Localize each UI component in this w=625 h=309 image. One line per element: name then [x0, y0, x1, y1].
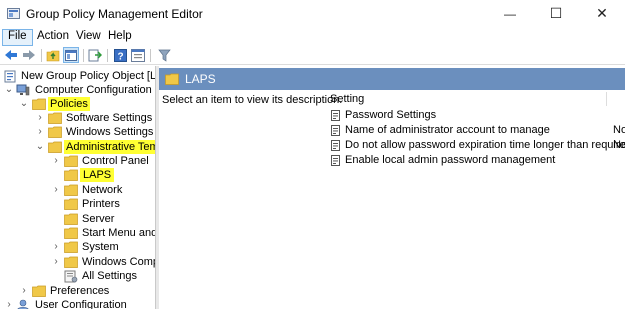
filter-icon[interactable] — [156, 47, 172, 63]
tree-label: Policies — [48, 97, 90, 111]
chevron-down-icon[interactable]: ⌄ — [4, 83, 14, 97]
toolbar-separator — [41, 49, 42, 62]
tree-label: Start Menu and T — [82, 227, 155, 239]
minimize-button[interactable]: — — [487, 0, 533, 27]
computer-icon — [16, 84, 30, 96]
properties-icon[interactable] — [130, 47, 146, 63]
chevron-right-icon[interactable]: › — [51, 183, 61, 197]
menu-view[interactable]: View — [71, 29, 106, 44]
folder-icon — [48, 112, 62, 124]
folder-icon — [64, 169, 78, 181]
app-icon — [7, 7, 20, 20]
tree-label: Control Panel — [82, 155, 149, 167]
user-icon — [16, 299, 30, 309]
details-title: LAPS — [185, 72, 216, 86]
chevron-right-icon[interactable]: › — [4, 298, 14, 309]
tree-label: Server — [82, 213, 115, 225]
list-item[interactable]: Password Settings — [331, 108, 625, 123]
folder-icon — [32, 98, 46, 110]
forward-arrow-icon[interactable] — [21, 47, 37, 63]
details-header: LAPS — [159, 68, 625, 90]
tree-label: User Configuration — [35, 299, 127, 309]
chevron-right-icon[interactable]: › — [51, 240, 61, 254]
setting-label: Do not allow password expiration time lo… — [345, 139, 625, 151]
maximize-button[interactable]: ☐ — [533, 0, 579, 27]
tree-label: Network — [82, 184, 123, 196]
column-header-setting[interactable]: Setting — [330, 93, 364, 105]
setting-label: Name of administrator account to manage — [345, 124, 550, 136]
tree-label: All Settings — [82, 270, 138, 282]
toolbar: ? — [0, 46, 625, 65]
close-button[interactable]: ✕ — [579, 0, 625, 27]
tree-label: Printers — [82, 198, 120, 210]
chevron-right-icon[interactable]: › — [35, 111, 45, 125]
window-title: Group Policy Management Editor — [26, 7, 203, 21]
minimize-icon: — — [504, 6, 516, 21]
help-icon[interactable]: ? — [112, 47, 128, 63]
tree-label: Windows Compo — [82, 256, 155, 268]
column-divider[interactable] — [606, 92, 607, 106]
list-item[interactable]: Enable local admin password management — [331, 153, 625, 168]
policy-setting-icon — [331, 125, 340, 136]
menu-bar: File Action View Help — [0, 27, 625, 46]
title-bar: Group Policy Management Editor — ☐ ✕ — [0, 0, 625, 27]
toolbar-separator — [150, 49, 151, 62]
tree-label: Windows Settings — [66, 126, 154, 138]
chevron-right-icon[interactable]: › — [51, 255, 61, 269]
folder-icon — [64, 184, 78, 196]
close-icon: ✕ — [596, 5, 608, 21]
folder-icon — [64, 155, 78, 167]
chevron-down-icon[interactable]: ⌄ — [19, 97, 29, 111]
list-item[interactable]: Name of administrator account to manage … — [331, 123, 625, 138]
pane-splitter[interactable] — [155, 66, 159, 309]
menu-action[interactable]: Action — [32, 29, 74, 44]
tree-label: LAPS — [80, 168, 115, 182]
gpo-icon — [4, 70, 18, 83]
folder-icon — [48, 126, 62, 138]
description-text: Select an item to view its description. — [162, 94, 343, 106]
list-item[interactable]: Do not allow password expiration time lo… — [331, 138, 625, 153]
setting-label: Enable local admin password management — [345, 154, 556, 166]
menu-help[interactable]: Help — [103, 29, 137, 44]
tree-label: System — [82, 241, 119, 253]
chevron-down-icon[interactable]: ⌄ — [35, 140, 45, 154]
tree-label: Administrative Temp — [64, 140, 155, 154]
up-folder-icon[interactable] — [45, 47, 61, 63]
folder-icon — [165, 73, 179, 85]
chevron-right-icon[interactable]: › — [51, 154, 61, 168]
folder-icon — [64, 198, 78, 210]
svg-text:?: ? — [117, 51, 123, 62]
folder-icon — [48, 141, 62, 153]
tree-label: Computer Configuration — [35, 84, 152, 96]
folder-icon — [64, 213, 78, 225]
console-tree: New Group Policy Object [LAPS ⌄ Computer… — [0, 66, 155, 309]
export-list-icon[interactable] — [87, 47, 103, 63]
back-arrow-icon[interactable] — [3, 47, 19, 63]
menu-file[interactable]: File — [2, 29, 33, 46]
folder-icon — [32, 285, 46, 297]
tree-label: New Group Policy Object [LAPS — [21, 70, 155, 82]
policy-setting-icon — [331, 155, 340, 166]
folder-icon — [64, 241, 78, 253]
policy-setting-icon — [331, 140, 340, 151]
chevron-right-icon[interactable]: › — [35, 125, 45, 139]
chevron-right-icon[interactable]: › — [19, 284, 29, 298]
folder-icon — [64, 256, 78, 268]
folder-icon — [64, 227, 78, 239]
tree-label: Preferences — [50, 285, 110, 297]
toolbar-separator — [107, 49, 108, 62]
show-hide-tree-icon[interactable] — [63, 47, 79, 63]
maximize-icon: ☐ — [549, 5, 563, 21]
setting-label: Password Settings — [345, 109, 437, 121]
setting-state: No — [613, 124, 625, 136]
tree-label: Software Settings — [66, 112, 153, 124]
setting-state: No — [613, 139, 625, 151]
toolbar-separator — [83, 49, 84, 62]
policy-setting-icon — [331, 110, 340, 121]
all-settings-icon — [64, 270, 78, 283]
